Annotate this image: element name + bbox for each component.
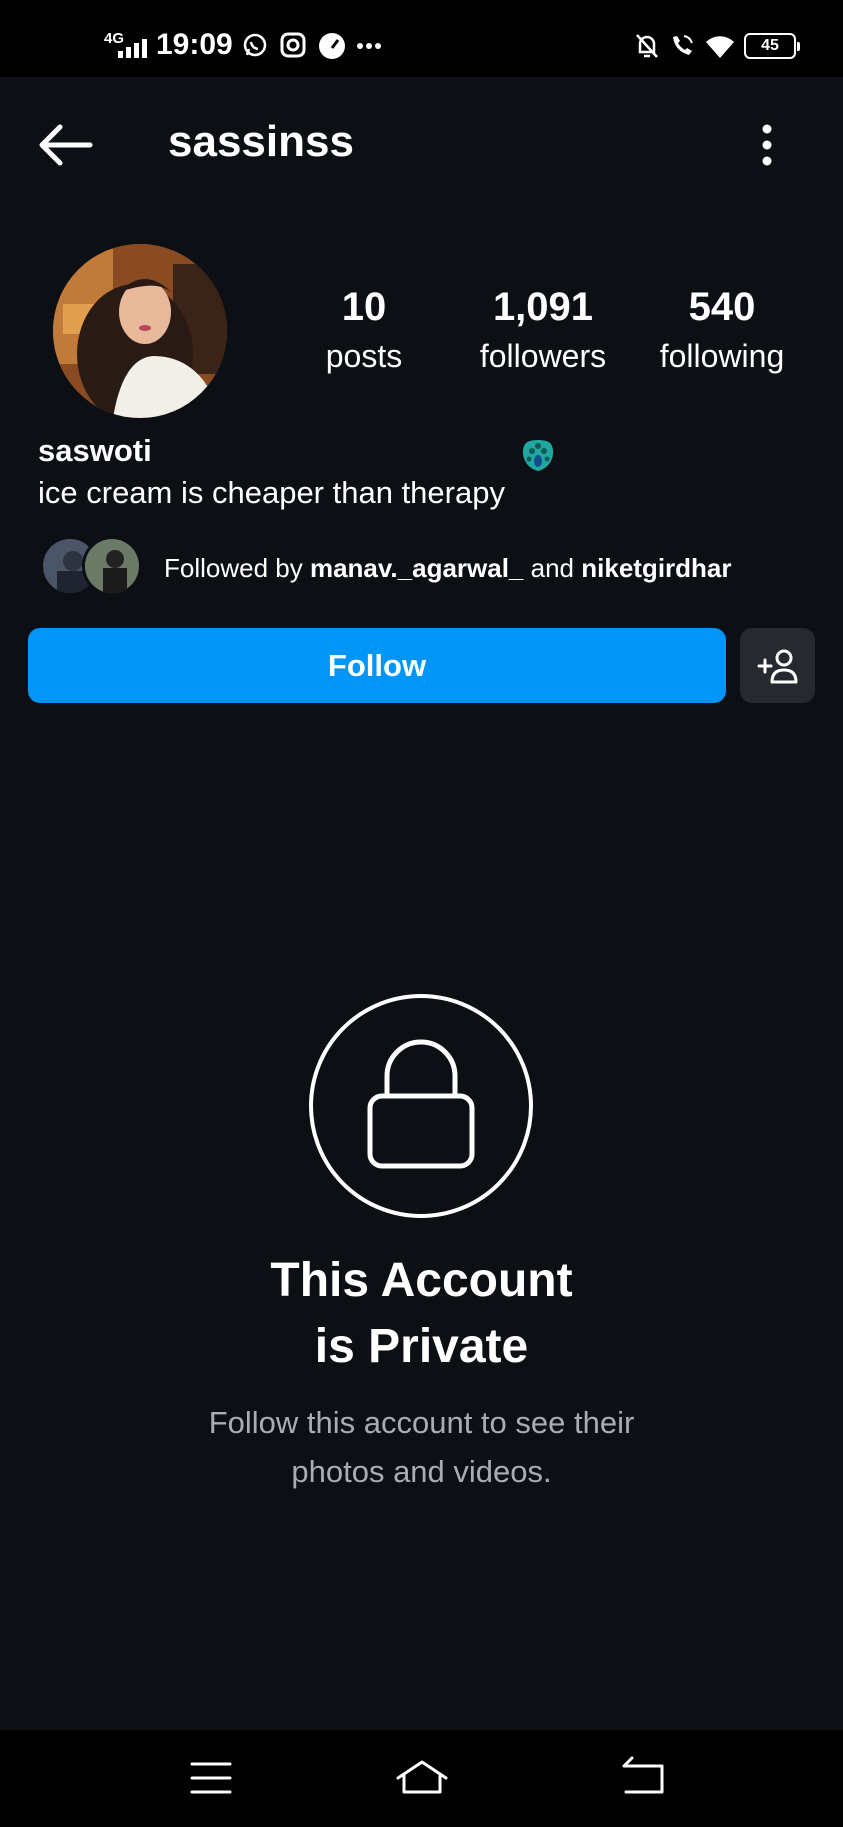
notifications-off-icon xyxy=(634,32,660,65)
battery-icon: 45 xyxy=(744,33,800,59)
private-account-subtitle: Follow this account to see their photos … xyxy=(0,1398,843,1496)
profile-username: sassinss xyxy=(168,117,354,166)
back-icon xyxy=(622,1756,664,1794)
signal-icon xyxy=(118,36,147,58)
home-icon xyxy=(396,1760,448,1794)
system-nav-bar xyxy=(0,1730,843,1827)
profile-avatar[interactable] xyxy=(53,244,227,418)
more-dots-icon xyxy=(356,32,382,63)
speed-icon xyxy=(318,32,346,65)
private-subtitle-line2: photos and videos. xyxy=(291,1454,552,1489)
instagram-icon xyxy=(280,32,306,63)
private-subtitle-line1: Follow this account to see their xyxy=(208,1405,635,1440)
followed-by-joiner: and xyxy=(530,553,575,583)
follow-button[interactable]: Follow xyxy=(28,628,726,703)
mutual-followers-avatars[interactable] xyxy=(40,536,144,598)
whatsapp-icon xyxy=(242,32,268,63)
arrow-left-icon xyxy=(39,124,93,166)
suggested-accounts-button[interactable] xyxy=(740,628,815,703)
posts-count: 10 xyxy=(341,285,387,329)
following-count: 540 xyxy=(688,285,756,329)
add-person-icon xyxy=(757,649,797,683)
display-name: saswoti xyxy=(38,433,152,468)
followed-by-text[interactable]: Followed by manav._agarwal_ and niketgir… xyxy=(164,553,732,584)
private-title-line1: This Account xyxy=(270,1254,573,1307)
wifi-icon xyxy=(704,32,736,65)
private-lock-badge xyxy=(308,993,534,1219)
private-account-title: This Account is Private xyxy=(0,1248,843,1380)
followers-stat[interactable]: 1,091 followers xyxy=(465,285,621,375)
following-stat[interactable]: 540 following xyxy=(648,285,796,375)
wifi-calling-icon xyxy=(668,32,696,65)
profile-header: sassinss xyxy=(0,77,843,212)
mutual-user-1[interactable]: manav._agarwal_ xyxy=(310,553,523,583)
profile-bio: ice cream is cheaper than therapy xyxy=(38,475,505,510)
following-label: following xyxy=(659,338,785,374)
mutual-user-2[interactable]: niketgirdhar xyxy=(581,553,731,583)
private-title-line2: is Private xyxy=(314,1320,529,1373)
more-options-button[interactable] xyxy=(752,121,782,169)
status-time: 19:09 xyxy=(156,28,233,61)
profile-screen: 4G 19:09 45 sassinss 10 posts 1,091 foll… xyxy=(0,0,843,1827)
followed-by-prefix: Followed by xyxy=(164,553,303,583)
recent-apps-button[interactable] xyxy=(190,1752,246,1804)
lock-icon xyxy=(309,994,533,1218)
posts-label: posts xyxy=(325,338,403,374)
more-vertical-icon xyxy=(762,124,772,166)
status-bar: 4G 19:09 45 xyxy=(0,0,843,77)
menu-icon xyxy=(190,1762,232,1794)
followers-count: 1,091 xyxy=(492,285,594,329)
mutual-avatar-2 xyxy=(82,536,142,596)
followers-label: followers xyxy=(479,338,607,374)
peacock-icon xyxy=(518,437,558,478)
posts-stat: 10 posts xyxy=(304,285,424,375)
home-button[interactable] xyxy=(394,1752,450,1804)
back-button[interactable] xyxy=(36,121,94,169)
system-back-button[interactable] xyxy=(620,1752,676,1804)
